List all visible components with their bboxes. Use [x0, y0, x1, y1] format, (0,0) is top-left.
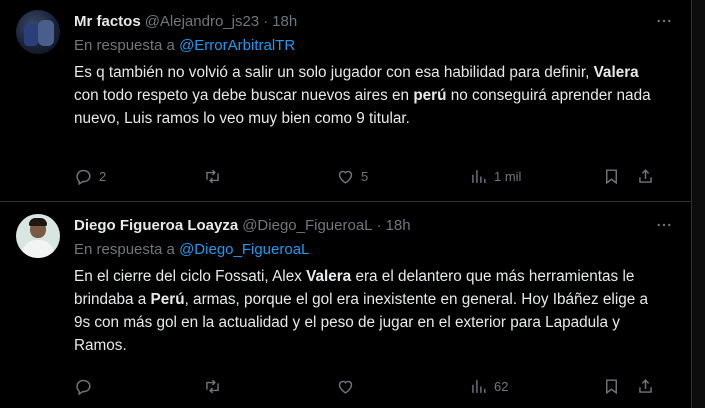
avatar-column — [16, 10, 74, 201]
display-name[interactable]: Diego Figueroa Loayza — [74, 217, 238, 234]
tweet-content: Mr factos @Alejandro_js23 · 18h En respu… — [74, 10, 675, 201]
reply-button[interactable]: 2 — [74, 161, 106, 191]
text-bold: Valera — [306, 268, 352, 285]
view-count: 1 mil — [494, 168, 522, 184]
reply-context: En respuesta a @Diego_FigueroaL — [74, 239, 675, 261]
reply-mention-link[interactable]: @ErrorArbitralTR — [179, 37, 295, 54]
like-button[interactable] — [336, 371, 361, 401]
timestamp[interactable]: 18h — [272, 13, 297, 30]
timestamp[interactable]: 18h — [386, 217, 411, 234]
tweet[interactable]: Mr factos @Alejandro_js23 · 18h En respu… — [0, 0, 691, 202]
heart-icon — [338, 380, 353, 394]
more-horizontal-icon[interactable] — [653, 214, 675, 236]
text-segment: En el cierre del ciclo Fossati, Alex — [74, 268, 307, 285]
tweet-header: Diego Figueroa Loayza @Diego_FigueroaL ·… — [74, 214, 675, 236]
reply-count: 2 — [99, 168, 107, 184]
reply-mention-link[interactable]: @Diego_FigueroaL — [179, 241, 309, 258]
tweet-text: En el cierre del ciclo Fossati, Alex Val… — [74, 265, 675, 357]
text-bold: Valera — [593, 64, 639, 81]
reply-prefix: En respuesta a — [74, 241, 180, 258]
comment-icon — [76, 379, 91, 395]
tweet-text: Es q también no volvió a salir un solo j… — [74, 61, 675, 130]
retweet-icon — [206, 379, 219, 393]
separator: · — [376, 216, 382, 234]
bookmark-icon — [606, 378, 617, 394]
more-horizontal-icon[interactable] — [653, 10, 675, 32]
views-button[interactable]: 62 — [469, 371, 508, 401]
view-count: 62 — [494, 378, 509, 394]
text-segment: con todo respeto ya debe buscar nuevos a… — [74, 87, 414, 104]
comment-icon — [76, 169, 91, 185]
retweet-icon — [206, 169, 219, 183]
user-handle[interactable]: @Diego_FigueroaL — [242, 217, 372, 234]
share-icon — [639, 378, 652, 393]
avatar[interactable] — [16, 214, 60, 258]
like-count: 5 — [361, 168, 369, 184]
heart-icon — [338, 170, 353, 184]
user-handle[interactable]: @Alejandro_js23 — [145, 13, 259, 30]
bookmark-button[interactable] — [602, 371, 621, 401]
tweet-content: Diego Figueroa Loayza @Diego_FigueroaL ·… — [74, 214, 675, 407]
separator: · — [263, 12, 269, 30]
page-scrollbar[interactable] — [692, 0, 705, 408]
avatar[interactable] — [16, 10, 60, 54]
reply-button[interactable] — [74, 371, 99, 401]
analytics-icon — [472, 169, 486, 183]
action-bar: 62 — [74, 371, 675, 401]
avatar-column — [16, 214, 74, 407]
reply-context: En respuesta a @ErrorArbitralTR — [74, 35, 675, 57]
text-segment: Es q también no volvió a salir un solo j… — [74, 64, 594, 81]
like-button[interactable]: 5 — [336, 161, 368, 191]
bookmark-icon — [606, 168, 617, 184]
analytics-icon — [472, 379, 486, 393]
text-bold: Perú — [150, 291, 185, 308]
share-button[interactable] — [636, 371, 655, 401]
tweet[interactable]: Diego Figueroa Loayza @Diego_FigueroaL ·… — [0, 202, 691, 407]
display-name[interactable]: Mr factos — [74, 13, 141, 30]
timeline: Mr factos @Alejandro_js23 · 18h En respu… — [0, 0, 692, 408]
action-bar: 2 5 1 mil — [74, 161, 675, 191]
text-bold: perú — [413, 87, 447, 104]
retweet-button[interactable] — [203, 161, 228, 191]
retweet-button[interactable] — [203, 371, 228, 401]
reply-prefix: En respuesta a — [74, 37, 180, 54]
views-button[interactable]: 1 mil — [469, 161, 521, 191]
bookmark-button[interactable] — [602, 161, 621, 191]
tweet-header: Mr factos @Alejandro_js23 · 18h — [74, 10, 675, 32]
share-icon — [639, 168, 652, 183]
share-button[interactable] — [636, 161, 655, 191]
